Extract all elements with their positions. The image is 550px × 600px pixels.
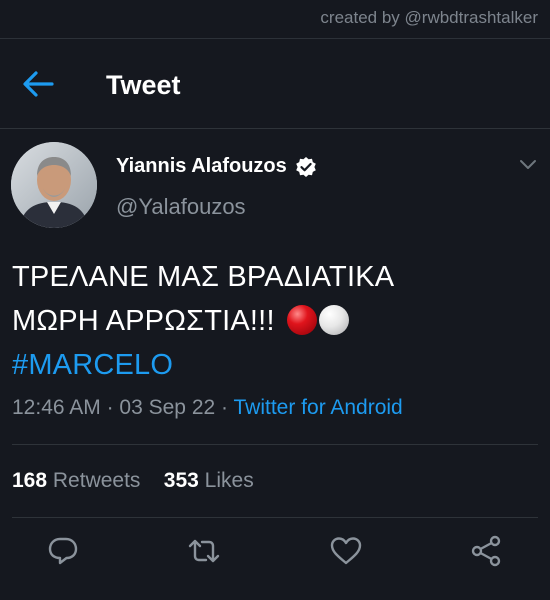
top-divider bbox=[0, 38, 550, 39]
share-button[interactable] bbox=[469, 534, 503, 568]
user-handle[interactable]: @Yalafouzos bbox=[116, 194, 246, 220]
avatar[interactable] bbox=[11, 142, 97, 228]
tweet-time: 12:46 AM bbox=[12, 396, 101, 419]
like-button[interactable] bbox=[329, 534, 363, 568]
hashtag-link[interactable]: #MARCELO bbox=[12, 343, 532, 387]
tweet-source-link[interactable]: Twitter for Android bbox=[234, 396, 403, 419]
like-icon bbox=[330, 537, 362, 565]
stats-divider-top bbox=[12, 444, 538, 445]
tweet-stats: 168 Retweets 353 Likes bbox=[12, 469, 254, 493]
white-circle-emoji-icon bbox=[318, 305, 349, 335]
retweets-stat[interactable]: 168 Retweets bbox=[12, 469, 140, 492]
back-arrow-icon[interactable] bbox=[20, 68, 54, 100]
author-name-row[interactable]: Yiannis Alafouzos bbox=[116, 155, 317, 178]
reply-button[interactable] bbox=[46, 534, 80, 568]
retweets-label: Retweets bbox=[52, 469, 141, 492]
likes-stat[interactable]: 353 Likes bbox=[164, 469, 254, 492]
red-circle-emoji-icon bbox=[286, 305, 317, 335]
retweets-count: 168 bbox=[12, 469, 48, 492]
retweet-icon bbox=[188, 539, 220, 563]
reply-icon bbox=[48, 537, 78, 565]
meta-separator: · bbox=[106, 396, 114, 419]
stats-divider-bottom bbox=[12, 517, 538, 518]
verified-badge-icon bbox=[295, 156, 316, 177]
retweet-button[interactable] bbox=[187, 534, 221, 568]
header-divider bbox=[0, 128, 550, 129]
tweet-text-line2-row: ΜΩΡΗ ΑΡΡΩΣΤΙΑ!!! bbox=[12, 299, 532, 343]
tweet-meta: 12:46 AM · 03 Sep 22 · Twitter for Andro… bbox=[12, 396, 403, 420]
page-title: Tweet bbox=[106, 70, 181, 100]
tweet-date: 03 Sep 22 bbox=[119, 396, 216, 419]
meta-separator: · bbox=[221, 396, 229, 419]
display-name[interactable]: Yiannis Alafouzos bbox=[116, 155, 287, 178]
share-icon bbox=[471, 535, 501, 567]
likes-label: Likes bbox=[204, 469, 254, 492]
avatar-image bbox=[11, 142, 97, 228]
tweet-text-line2: ΜΩΡΗ ΑΡΡΩΣΤΙΑ!!! bbox=[12, 305, 275, 337]
likes-count: 353 bbox=[163, 469, 199, 492]
header: Tweet bbox=[0, 40, 550, 128]
chevron-down-icon[interactable] bbox=[518, 158, 538, 172]
tweet-text-line1: ΤΡΕΛΑΝΕ ΜΑΣ ΒΡΑΔΙΑΤΙΚΑ bbox=[12, 261, 395, 293]
watermark: created by @rwbdtrashtalker bbox=[320, 8, 538, 27]
tweet-text: ΤΡΕΛΑΝΕ ΜΑΣ ΒΡΑΔΙΑΤΙΚΑ ΜΩΡΗ ΑΡΡΩΣΤΙΑ!!! … bbox=[12, 255, 532, 387]
